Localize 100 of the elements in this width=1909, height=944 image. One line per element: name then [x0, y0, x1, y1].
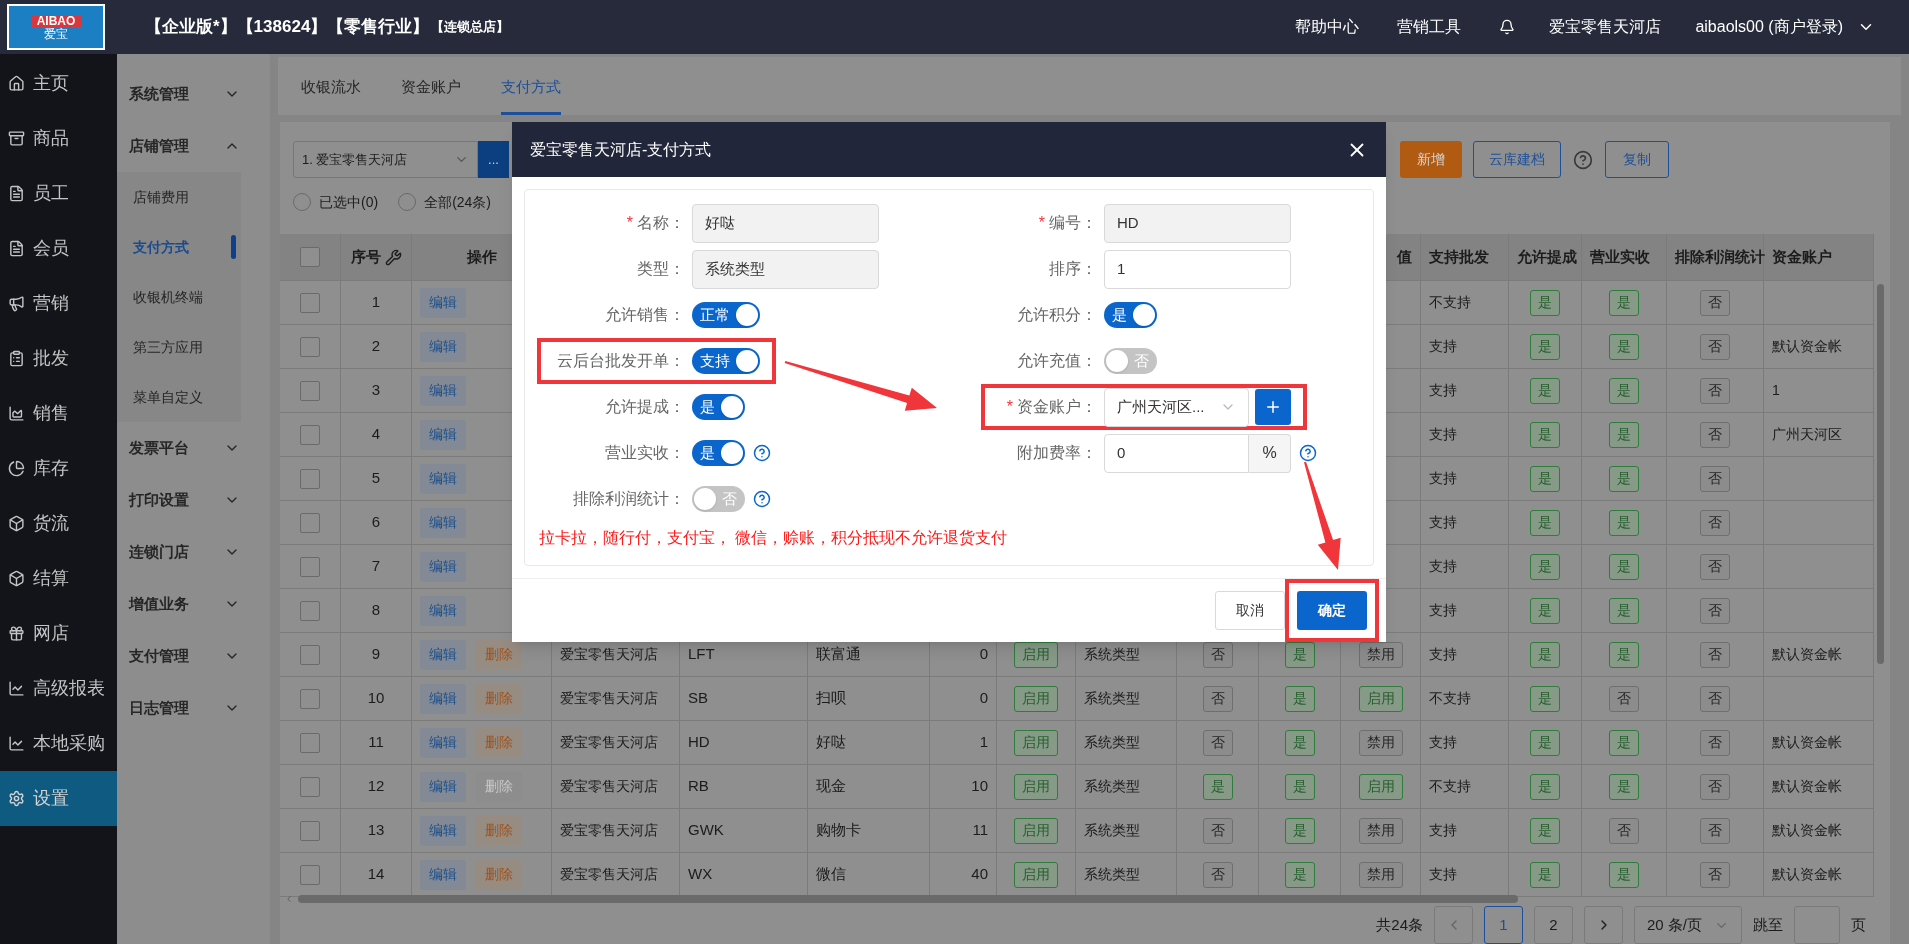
- checkbox[interactable]: [300, 247, 320, 267]
- tab[interactable]: 资金账户: [401, 63, 461, 115]
- wrench-icon[interactable]: [384, 248, 402, 266]
- cloud-archive-button[interactable]: 云库建档: [1473, 141, 1561, 178]
- next-page-button[interactable]: [1584, 906, 1623, 944]
- table-cell-text: 系统类型: [1084, 821, 1140, 840]
- edit-button[interactable]: 编辑: [420, 287, 466, 318]
- checkbox[interactable]: [300, 820, 320, 841]
- toggle-switch[interactable]: 是: [1104, 302, 1157, 328]
- submenu-item[interactable]: 收银机终端: [117, 272, 241, 322]
- checkbox[interactable]: [300, 336, 320, 357]
- edit-button[interactable]: 编辑: [420, 507, 466, 538]
- edit-button[interactable]: 编辑: [420, 771, 466, 802]
- input-field[interactable]: 1: [1104, 249, 1291, 289]
- sidebar-item[interactable]: 货流: [0, 496, 117, 551]
- sidebar-item[interactable]: 员工: [0, 166, 117, 221]
- edit-button[interactable]: 编辑: [420, 815, 466, 846]
- bell-icon[interactable]: [1499, 19, 1516, 35]
- sidebar-item[interactable]: 商品: [0, 111, 117, 166]
- sidebar-item[interactable]: 设置: [0, 771, 117, 826]
- edit-button[interactable]: 编辑: [420, 419, 466, 450]
- status-tag: 否: [1202, 685, 1233, 712]
- sidebar-item[interactable]: 主页: [0, 56, 117, 111]
- header-link[interactable]: 帮助中心: [1295, 15, 1360, 39]
- sidebar-item[interactable]: 高级报表: [0, 661, 117, 716]
- confirm-button[interactable]: 确定: [1297, 591, 1367, 630]
- more-button[interactable]: ...: [478, 141, 509, 178]
- help-icon[interactable]: [1299, 444, 1317, 462]
- toggle-switch[interactable]: 支持: [692, 348, 760, 374]
- checkbox[interactable]: [300, 292, 320, 313]
- sidebar-item[interactable]: 批发: [0, 331, 117, 386]
- select-field[interactable]: 广州天河区...: [1104, 387, 1249, 427]
- checkbox[interactable]: [300, 468, 320, 489]
- status-tag: 启用: [1014, 641, 1058, 668]
- required-mark: *: [1006, 397, 1013, 417]
- cancel-button[interactable]: 取消: [1215, 591, 1285, 630]
- sidebar-item[interactable]: 会员: [0, 221, 117, 276]
- submenu-group[interactable]: 打印设置: [117, 474, 270, 526]
- add-button[interactable]: [1255, 389, 1291, 425]
- input-field[interactable]: 0: [1104, 433, 1249, 473]
- checkbox[interactable]: [300, 688, 320, 709]
- submenu-group[interactable]: 发票平台: [117, 422, 270, 474]
- edit-button[interactable]: 编辑: [420, 331, 466, 362]
- submenu-item[interactable]: 店铺费用: [117, 172, 241, 222]
- vertical-scrollbar[interactable]: [1876, 284, 1884, 664]
- help-icon[interactable]: [753, 444, 771, 462]
- field-label: 附加费率：: [1017, 443, 1097, 463]
- sidebar-item[interactable]: 结算: [0, 551, 117, 606]
- toggle-switch[interactable]: 是: [692, 394, 745, 420]
- edit-button[interactable]: 编辑: [420, 375, 466, 406]
- sidebar-item[interactable]: 本地采购: [0, 716, 117, 771]
- submenu-group[interactable]: 店铺管理: [117, 120, 270, 172]
- submenu-group[interactable]: 连锁门店: [117, 526, 270, 578]
- status-tag: 是: [1530, 509, 1560, 536]
- tab[interactable]: 收银流水: [301, 63, 361, 115]
- page-size-select[interactable]: 20 条/页: [1634, 906, 1742, 944]
- sidebar-item[interactable]: 营销: [0, 276, 117, 331]
- store-select[interactable]: 1. 爱宝零售天河店: [293, 141, 478, 178]
- tab[interactable]: 支付方式: [501, 63, 561, 115]
- page-button[interactable]: 1: [1484, 906, 1523, 944]
- checkbox[interactable]: [300, 644, 320, 665]
- submenu-group[interactable]: 日志管理: [117, 682, 270, 734]
- toggle-switch[interactable]: 正常: [692, 302, 760, 328]
- help-icon[interactable]: [753, 490, 771, 508]
- horizontal-scrollbar[interactable]: [298, 895, 1518, 903]
- copy-button[interactable]: 复制: [1605, 141, 1669, 178]
- checkbox[interactable]: [300, 600, 320, 621]
- edit-button[interactable]: 编辑: [420, 727, 466, 758]
- edit-button[interactable]: 编辑: [420, 595, 466, 626]
- edit-button[interactable]: 编辑: [420, 551, 466, 582]
- previous-page-button[interactable]: [1434, 906, 1473, 944]
- sidebar-item[interactable]: 网店: [0, 606, 117, 661]
- submenu-group[interactable]: 系统管理: [117, 68, 270, 120]
- help-icon[interactable]: [1573, 149, 1593, 170]
- edit-button[interactable]: 编辑: [420, 859, 466, 890]
- submenu-item[interactable]: 支付方式: [117, 222, 241, 272]
- submenu-group[interactable]: 增值业务: [117, 578, 270, 630]
- edit-button[interactable]: 编辑: [420, 639, 466, 670]
- add-button[interactable]: 新增: [1400, 141, 1462, 178]
- sidebar-item[interactable]: 库存: [0, 441, 117, 496]
- status-tag: 是: [1609, 729, 1639, 756]
- sidebar-item[interactable]: 销售: [0, 386, 117, 441]
- checkbox[interactable]: [300, 776, 320, 797]
- page-button[interactable]: 2: [1534, 906, 1573, 944]
- checkbox[interactable]: [300, 424, 320, 445]
- status-tag: 禁用: [1358, 641, 1403, 668]
- submenu-group[interactable]: 支付管理: [117, 630, 270, 682]
- status-tag: 是: [1284, 817, 1315, 844]
- checkbox[interactable]: [300, 512, 320, 533]
- submenu-item[interactable]: 第三方应用: [117, 322, 241, 372]
- checkbox[interactable]: [300, 732, 320, 753]
- header-link[interactable]: 营销工具: [1397, 15, 1462, 39]
- checkbox[interactable]: [300, 556, 320, 577]
- edit-button[interactable]: 编辑: [420, 463, 466, 494]
- checkbox[interactable]: [300, 380, 320, 401]
- edit-button[interactable]: 编辑: [420, 683, 466, 714]
- scroll-left-icon[interactable]: [284, 894, 294, 904]
- submenu-item[interactable]: 菜单自定义: [117, 372, 241, 422]
- checkbox[interactable]: [300, 864, 320, 885]
- toggle-switch[interactable]: 是: [692, 440, 745, 466]
